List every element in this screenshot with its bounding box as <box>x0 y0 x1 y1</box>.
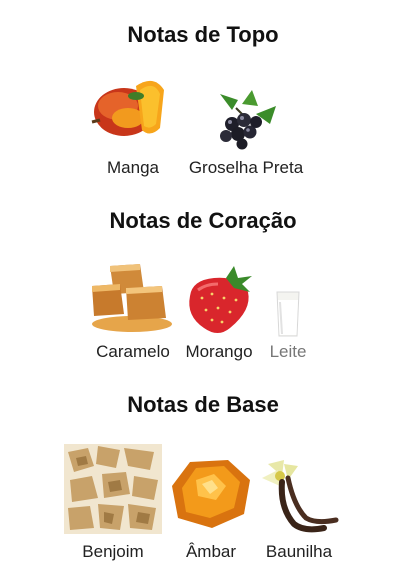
note-item-blackcurrant: Groselha Preta <box>180 70 312 180</box>
note-item-strawberry: Morango <box>178 262 260 366</box>
note-label: Baunilha <box>265 542 333 561</box>
section-title-heart-notes: Notas de Coração <box>109 208 297 233</box>
section-title-base-notes: Notas de Base <box>127 392 279 417</box>
section-title-top-notes: Notas de Topo <box>127 22 279 47</box>
note-item-caramel: Caramelo <box>88 262 178 366</box>
note-label: Âmbar <box>185 542 237 561</box>
strawberry-icon <box>182 266 254 338</box>
note-item-milk: Leite <box>262 262 314 366</box>
amber-icon <box>168 458 254 532</box>
note-item-amber: Âmbar <box>166 444 256 566</box>
note-label: Caramelo <box>96 342 170 361</box>
note-label: Groselha Preta <box>188 158 304 177</box>
vanilla-icon <box>260 458 340 538</box>
blackcurrant-icon <box>212 90 278 150</box>
note-item-vanilla: Baunilha <box>258 444 340 566</box>
note-item-mango: Manga <box>86 70 180 180</box>
note-label: Leite <box>269 342 307 361</box>
milk-icon <box>276 290 300 338</box>
mango-icon <box>90 72 174 142</box>
note-label: Manga <box>107 158 159 177</box>
note-label: Benjoim <box>82 542 144 561</box>
benzoin-icon <box>64 444 162 534</box>
note-label: Morango <box>185 342 253 361</box>
note-item-benzoin: Benjoim <box>64 444 162 566</box>
caramel-icon <box>90 262 174 334</box>
